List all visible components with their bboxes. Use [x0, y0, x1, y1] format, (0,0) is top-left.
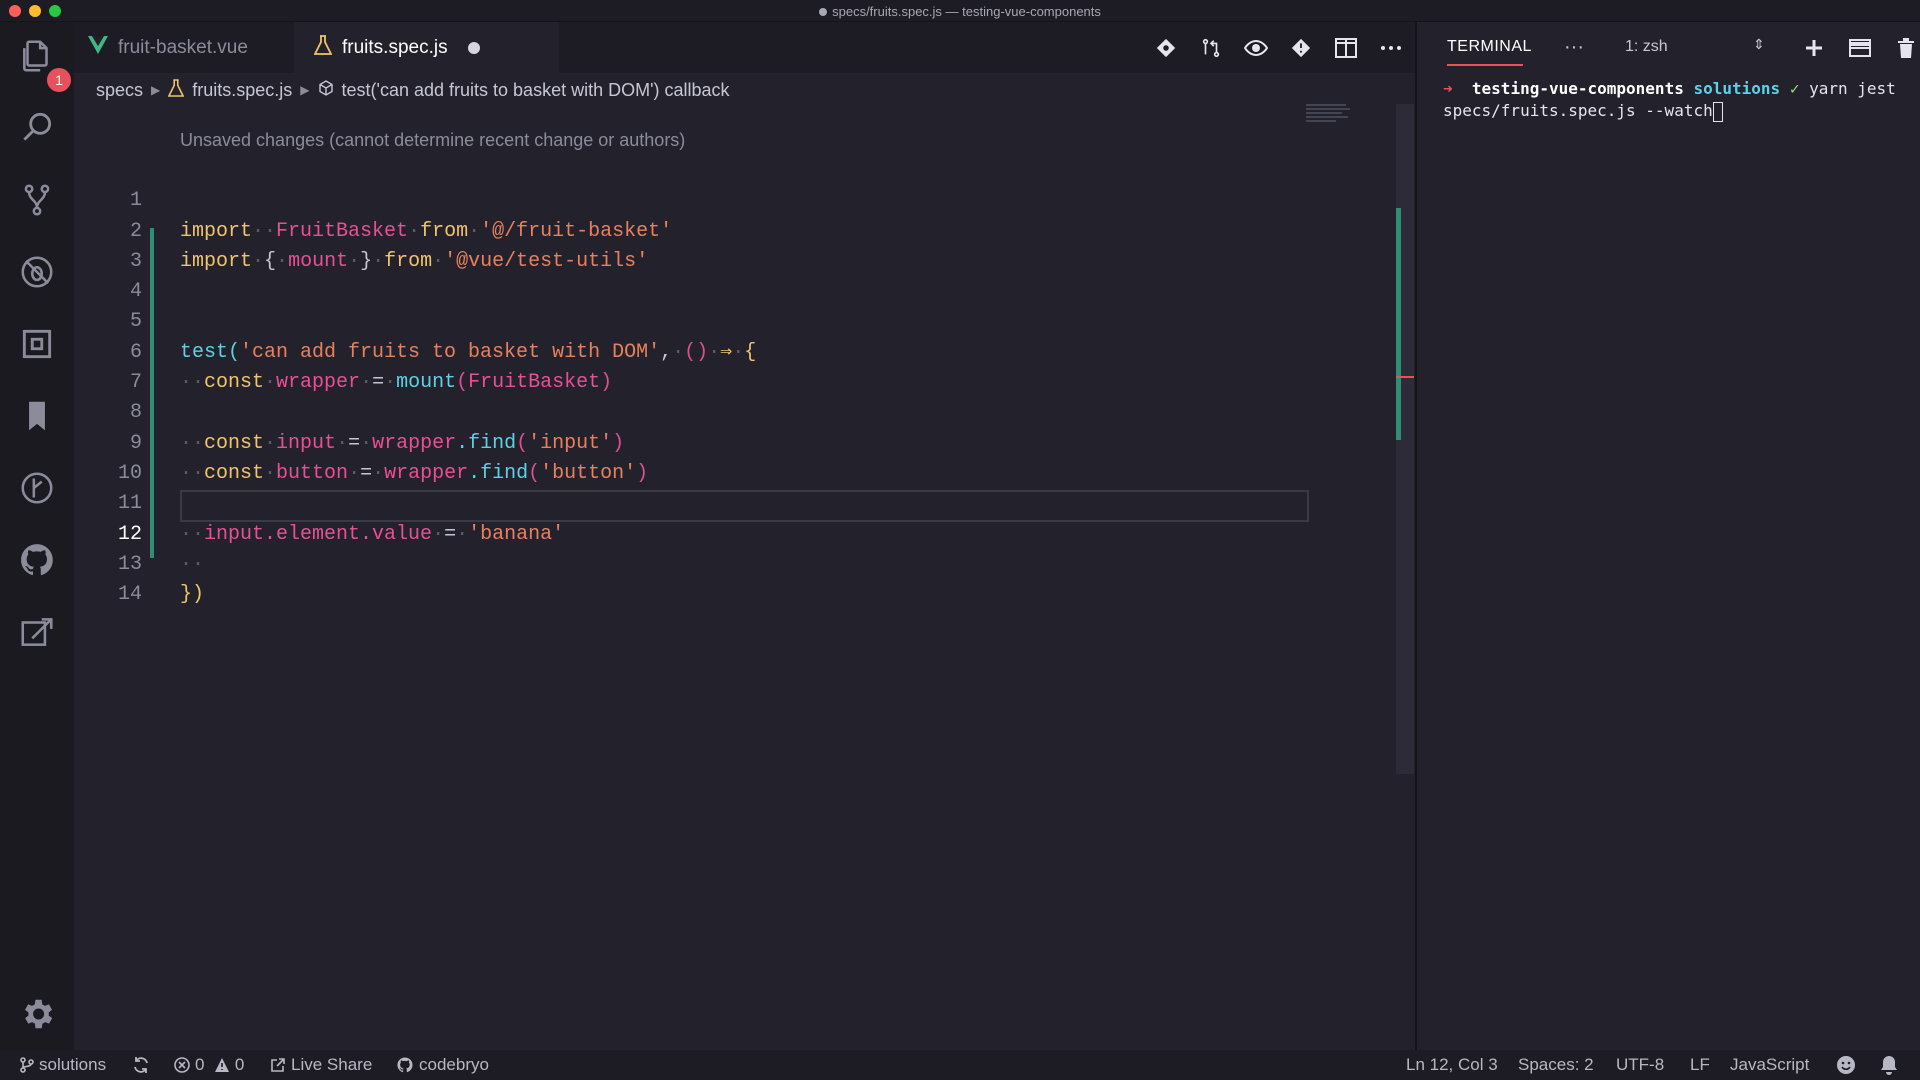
terminal-output[interactable]: ➜ testing-vue-components solutions ✓ yar…	[1443, 78, 1913, 122]
flask-test-icon	[313, 34, 333, 61]
tab-fruits-spec-js[interactable]: fruits.spec.js	[294, 22, 559, 73]
code-editor[interactable]: 1 import··FruitBasket·from·'@/fruit-bask…	[74, 156, 1354, 606]
codelens-authors[interactable]: Unsaved changes (cannot determine recent…	[180, 130, 685, 151]
bookmark-icon[interactable]	[13, 392, 61, 440]
code-line: 7	[74, 338, 1354, 394]
prompt-directory: testing-vue-components	[1471, 79, 1684, 98]
gitlens-icon[interactable]	[13, 464, 61, 512]
tab-fruit-basket-vue[interactable]: fruit-basket.vue	[74, 22, 294, 73]
code-line-active: 12 ··	[74, 489, 1354, 576]
breadcrumb-folder[interactable]: specs	[96, 80, 143, 101]
settings-gear-icon[interactable]	[13, 990, 61, 1038]
breadcrumb-symbol[interactable]: test('can add fruits to basket with DOM'…	[342, 80, 730, 101]
status-branch[interactable]: solutions	[20, 1050, 106, 1080]
terminal-panel-header: TERMINAL ··· 1: zsh ⇕	[1417, 22, 1920, 73]
tab-label: fruit-basket.vue	[118, 36, 248, 58]
terminal-cursor	[1712, 101, 1723, 122]
tab-label: fruits.spec.js	[342, 36, 448, 58]
status-encoding[interactable]: UTF-8	[1616, 1050, 1664, 1080]
terminal-actions	[1800, 34, 1920, 62]
compare-changes-icon[interactable]	[1197, 34, 1225, 62]
code-line: 14	[74, 550, 1354, 606]
status-problems[interactable]: 0 0	[174, 1050, 244, 1080]
panel-more-actions-button[interactable]: ···	[1564, 36, 1584, 59]
status-live-share[interactable]: Live Share	[270, 1050, 372, 1080]
scrollbar-git-change-marker	[1396, 208, 1401, 440]
title-bar: specs/fruits.spec.js — testing-vue-compo…	[0, 0, 1920, 22]
status-eol[interactable]: LF	[1690, 1050, 1710, 1080]
unsaved-dot-icon	[819, 7, 828, 16]
open-changes-icon[interactable]	[1287, 34, 1315, 62]
warning-icon	[214, 1058, 229, 1072]
prompt-arrow-icon: ➜	[1443, 79, 1453, 98]
code-line: 1 import··FruitBasket·from·'@/fruit-bask…	[74, 156, 1354, 242]
notifications-bell-icon[interactable]	[1880, 1050, 1903, 1080]
symbol-method-icon	[318, 79, 334, 101]
flask-test-icon	[167, 78, 185, 102]
new-terminal-plus-icon[interactable]	[1800, 34, 1828, 62]
status-bar: solutions 0 0 Live Share codebryo Ln 12,…	[0, 1050, 1920, 1080]
kill-terminal-trash-icon[interactable]	[1892, 34, 1920, 62]
github-icon	[397, 1057, 413, 1073]
prompt-check-icon: ✓	[1789, 79, 1800, 98]
breadcrumb: specs ▶ fruits.spec.js ▶ test('can add f…	[96, 77, 730, 103]
prompt-git-branch: solutions	[1693, 79, 1781, 98]
code-line: 6 ··const·wrapper·=·mount(FruitBasket)	[74, 307, 1354, 394]
code-line: 9 ··const·button·=·wrapper.find('button'…	[74, 398, 1354, 485]
github-icon[interactable]	[13, 536, 61, 584]
breadcrumb-file[interactable]: fruits.spec.js	[192, 80, 292, 101]
vue-file-icon	[88, 35, 108, 60]
code-line: 10	[74, 429, 1354, 485]
editor-area: fruit-basket.vue fruits.spec.js specs ▶ …	[74, 22, 1415, 1050]
terminal-shell-select[interactable]: 1: zsh	[1625, 38, 1668, 56]
explorer-badge: 1	[47, 68, 71, 92]
split-terminal-icon[interactable]	[1846, 34, 1874, 62]
status-indentation[interactable]: Spaces: 2	[1518, 1050, 1594, 1080]
code-line: 3	[74, 217, 1354, 273]
code-line: 5 test('can add fruits to basket with DO…	[74, 277, 1354, 363]
scrollbar-cursor-marker	[1396, 376, 1414, 378]
status-cursor-position[interactable]: Ln 12, Col 3	[1406, 1050, 1498, 1080]
tab-active-indicator	[1447, 64, 1523, 66]
search-icon[interactable]	[13, 103, 61, 151]
unsaved-changes-dot-icon[interactable]	[467, 41, 480, 54]
live-share-icon	[271, 1058, 285, 1072]
terminal-panel: TERMINAL ··· 1: zsh ⇕ ➜ testing-vue-comp…	[1415, 22, 1920, 1050]
feedback-smiley-icon[interactable]	[1836, 1050, 1861, 1080]
more-actions-icon[interactable]	[1377, 34, 1405, 62]
status-language[interactable]: JavaScript	[1730, 1050, 1809, 1080]
source-control-icon[interactable]	[13, 176, 61, 224]
git-branch-icon	[20, 1057, 34, 1073]
toggle-blame-icon[interactable]	[1242, 34, 1270, 62]
git-commit-icon[interactable]	[1152, 34, 1180, 62]
editor-toolbar	[1152, 34, 1405, 62]
code-line: 11 ··input.element.value·=·'banana'	[74, 459, 1354, 545]
status-github-user[interactable]: codebryo	[396, 1050, 489, 1080]
line-number: 14	[117, 583, 142, 607]
code-line: 13 })	[74, 520, 1354, 606]
remote-explorer-icon[interactable]	[13, 608, 61, 656]
extensions-icon[interactable]	[13, 320, 61, 368]
chevron-right-icon: ▶	[151, 83, 161, 97]
minimap[interactable]	[1306, 104, 1366, 144]
debug-icon[interactable]	[13, 248, 61, 296]
code-line: 8 ··const·input·=·wrapper.find('input')	[74, 368, 1354, 454]
window-title: specs/fruits.spec.js — testing-vue-compo…	[0, 4, 1920, 19]
tab-bar: fruit-basket.vue fruits.spec.js	[74, 22, 1415, 73]
chevron-right-icon: ▶	[300, 83, 310, 97]
tab-terminal[interactable]: TERMINAL	[1447, 38, 1532, 56]
activity-bar: 1	[0, 22, 74, 1050]
sync-icon[interactable]	[132, 1050, 155, 1080]
error-icon	[174, 1057, 190, 1073]
terminal-command-continued: specs/fruits.spec.js --watch	[1443, 101, 1713, 120]
explorer-icon[interactable]: 1	[13, 32, 71, 92]
code-line: 2 import·{·mount·}·from·'@vue/test-utils…	[74, 186, 1354, 273]
code-line: 4	[74, 247, 1354, 303]
select-arrows-icon[interactable]: ⇕	[1753, 36, 1765, 53]
window-title-text: specs/fruits.spec.js — testing-vue-compo…	[832, 4, 1101, 19]
terminal-command: yarn jest	[1809, 79, 1896, 98]
split-editor-icon[interactable]	[1332, 34, 1360, 62]
